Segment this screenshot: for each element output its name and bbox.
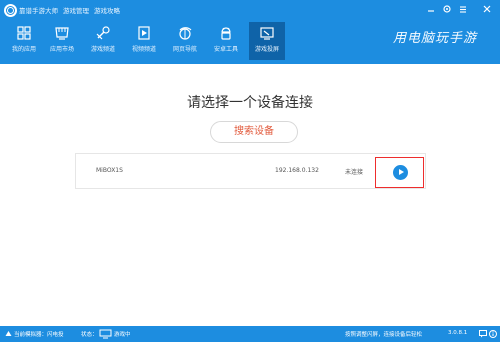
- nav-label: 应用市场: [49, 46, 74, 53]
- play-icon[interactable]: [393, 165, 408, 180]
- app-window: 靠谱手游大师 游戏管理 游戏攻略 我的应用 应用市场 游戏频道 视频频道 网页导…: [0, 0, 500, 342]
- nav-label: 我的应用: [11, 46, 36, 53]
- nav-game-channel[interactable]: 游戏频道: [85, 22, 121, 60]
- title-row: 靠谱手游大师 游戏管理 游戏攻略: [0, 0, 500, 20]
- device-name: MiBOX1S: [96, 167, 123, 174]
- status-hint: 按照调整闪屏，连接设备后轻松: [345, 332, 423, 338]
- close-icon[interactable]: [481, 3, 493, 15]
- cast-icon: [260, 27, 274, 40]
- chat-icon[interactable]: [479, 330, 487, 338]
- current-emulator: 当前模拟器：闪电投: [14, 332, 64, 338]
- page-heading: 请选择一个设备连接: [187, 95, 313, 111]
- nav-app-market[interactable]: 应用市场: [44, 22, 80, 60]
- settings-icon[interactable]: [441, 3, 453, 15]
- minimize-icon[interactable]: [425, 3, 437, 15]
- slogan: 用电脑玩手游: [393, 31, 478, 46]
- info-icon[interactable]: [489, 330, 497, 338]
- nav-label: 游戏频道: [90, 46, 115, 53]
- nav-web-navigation[interactable]: 网页导航: [167, 22, 203, 60]
- device-row: MiBOX1S 192.168.0.132 未连接: [75, 153, 426, 189]
- monitor-icon: [99, 329, 112, 339]
- market-icon: [55, 27, 69, 40]
- arrow-up-icon: [5, 331, 12, 336]
- app-title: 靠谱手游大师: [19, 7, 58, 15]
- menu-game-guide[interactable]: 游戏攻略: [94, 5, 120, 15]
- android-icon: [221, 27, 231, 40]
- apps-icon: [17, 26, 31, 40]
- menu-game-manage[interactable]: 游戏管理: [63, 5, 89, 15]
- search-device-button[interactable]: 搜索设备: [210, 121, 298, 143]
- nav-video-channel[interactable]: 视频频道: [126, 22, 162, 60]
- nav-label: 安卓工具: [213, 46, 238, 53]
- connect-button-frame[interactable]: [375, 157, 424, 188]
- nav-android-tools[interactable]: 安卓工具: [208, 22, 244, 60]
- menu-icon[interactable]: [457, 3, 469, 15]
- logo-icon: [4, 4, 17, 17]
- device-ip: 192.168.0.132: [275, 167, 319, 174]
- nav-game-casting[interactable]: 游戏投屏: [249, 22, 285, 60]
- status-bar: 当前模拟器：闪电投 状态： 游戏中 按照调整闪屏，连接设备后轻松 3.0.8.1: [0, 326, 500, 342]
- game-icon: [96, 26, 110, 40]
- nav-label: 网页导航: [172, 46, 197, 53]
- nav-my-apps[interactable]: 我的应用: [6, 22, 42, 60]
- device-status: 未连接: [345, 169, 364, 176]
- status-label: 状态：: [81, 332, 98, 338]
- version-label: 3.0.8.1: [448, 330, 468, 336]
- nav-label: 游戏投屏: [254, 46, 279, 53]
- video-icon: [138, 26, 150, 40]
- browser-icon: [179, 27, 192, 40]
- nav-label: 视频频道: [131, 46, 156, 53]
- top-bar: 靠谱手游大师 游戏管理 游戏攻略 我的应用 应用市场 游戏频道 视频频道 网页导…: [0, 0, 500, 64]
- status-value: 游戏中: [114, 332, 131, 338]
